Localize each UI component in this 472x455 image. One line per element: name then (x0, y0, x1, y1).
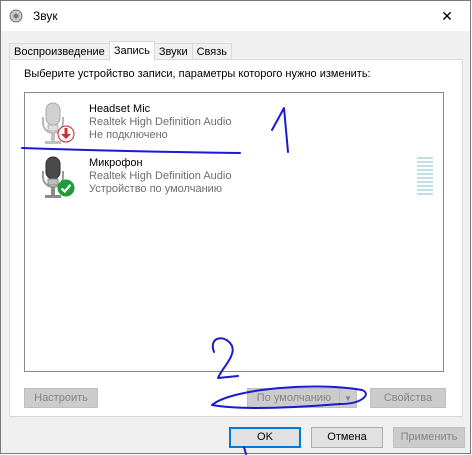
microphone-icon (37, 101, 77, 147)
properties-button[interactable]: Свойства (370, 388, 446, 408)
tab-playback[interactable]: Воспроизведение (9, 43, 110, 60)
device-name: Headset Mic (89, 103, 151, 115)
tab-recording[interactable]: Запись (108, 41, 155, 61)
device-name: Микрофон (89, 157, 143, 169)
device-item-headset-mic[interactable]: Headset Mic Realtek High Definition Audi… (25, 97, 443, 151)
disconnected-arrow-icon (57, 125, 75, 143)
device-status: Устройство по умолчанию (89, 183, 223, 195)
speaker-icon (9, 9, 23, 23)
set-default-label: По умолчанию (256, 392, 332, 404)
ok-button[interactable]: OK (229, 427, 301, 448)
microphone-icon (37, 155, 77, 201)
checkmark-icon (57, 179, 75, 197)
device-list[interactable]: Headset Mic Realtek High Definition Audi… (24, 92, 444, 372)
device-driver: Realtek High Definition Audio (89, 170, 232, 182)
chevron-down-icon[interactable]: ▼ (339, 389, 356, 407)
tab-sounds[interactable]: Звуки (153, 43, 193, 60)
device-item-microphone[interactable]: Микрофон Realtek High Definition Audio У… (25, 151, 443, 205)
title-bar[interactable]: Звук ✕ (1, 1, 470, 31)
tab-bar: Воспроизведение Запись Звуки Связь (9, 41, 233, 61)
level-meter (417, 157, 433, 199)
sound-dialog: Звук ✕ Воспроизведение Запись Звуки Связ… (0, 0, 471, 454)
configure-button[interactable]: Настроить (24, 388, 98, 408)
device-status: Не подключено (89, 129, 168, 141)
close-icon: ✕ (441, 7, 453, 24)
device-driver: Realtek High Definition Audio (89, 116, 232, 128)
cancel-button[interactable]: Отмена (311, 427, 383, 448)
window-title: Звук (33, 9, 58, 23)
instruction-text: Выберите устройство записи, параметры ко… (24, 68, 371, 80)
set-default-button[interactable]: По умолчанию ▼ (247, 388, 357, 408)
apply-button[interactable]: Применить (393, 427, 465, 448)
close-button[interactable]: ✕ (424, 1, 470, 31)
recording-panel: Выберите устройство записи, параметры ко… (9, 59, 463, 417)
tab-communications[interactable]: Связь (191, 43, 233, 60)
